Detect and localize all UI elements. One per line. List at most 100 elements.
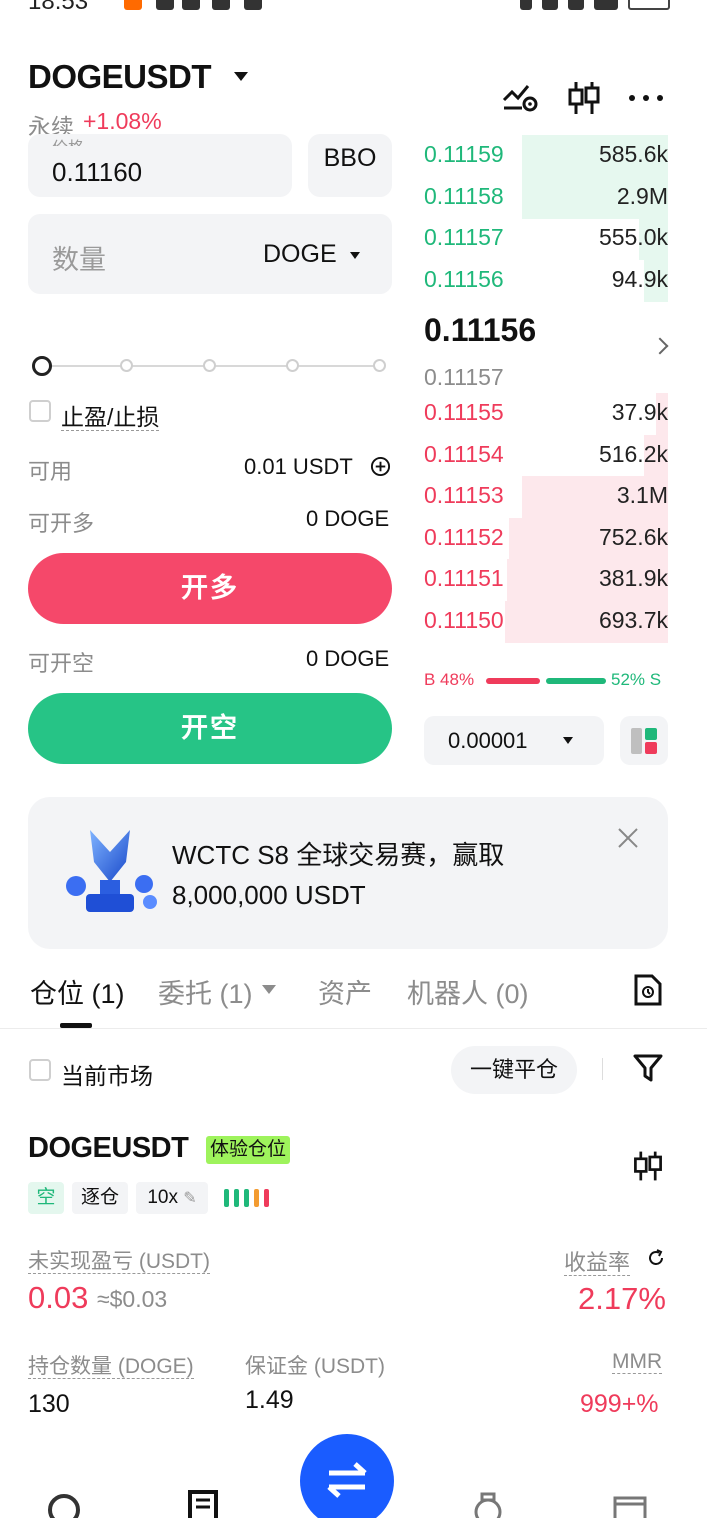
order-quantity: 693.7k [598,607,668,633]
quantity-placeholder[interactable]: 数量 [52,238,106,277]
order-book-row[interactable]: 0.11158 2.9M [424,176,668,219]
tpsl-label[interactable]: 止盈/止损 [61,404,160,431]
order-book-row[interactable]: 0.11155 37.9k [424,393,668,435]
slider-step[interactable] [120,359,133,372]
slider-handle[interactable] [32,356,52,376]
order-quantity: 94.9k [611,265,668,292]
open-short-button[interactable]: 开空 [28,693,392,764]
price-change: +1.08% [83,108,162,134]
order-book-row[interactable]: 0.11153 3.1M [424,476,668,519]
order-quantity: 2.9M [616,182,668,209]
candlestick-icon[interactable] [564,78,604,118]
risk-bar [254,1189,259,1207]
available-value: 0.01 USDT [244,454,353,479]
risk-bar [244,1189,249,1207]
risk-bar [264,1189,269,1207]
upnl-usd: ≈$0.03 [97,1286,168,1312]
order-book-row[interactable]: 0.11159 585.6k [424,135,668,177]
order-book-row[interactable]: 0.11154 516.2k [424,434,668,477]
order-price: 0.11156 [424,265,504,292]
layout-icon [631,728,657,754]
more-icon[interactable] [626,78,666,118]
order-book-row[interactable]: 0.11157 555.0k [424,218,668,261]
app-icon [212,0,230,10]
leverage-value: 10x [147,1187,178,1208]
notification-icon [124,0,142,10]
open-long-button[interactable]: 开多 [28,553,392,624]
order-book-row[interactable]: 0.11151 381.9k [424,559,668,602]
order-book-row[interactable]: 0.11156 94.9k [424,259,668,302]
alarm-icon [568,0,584,10]
order-price: 0.11152 [424,523,504,550]
tab-orders[interactable]: 委托 (1) [158,972,253,1011]
candlestick-icon[interactable] [630,1148,666,1184]
tab-bots[interactable]: 机器人 (0) [407,972,529,1011]
tick-size-value[interactable]: 0.00001 [448,728,528,754]
orderbook-layout-button[interactable] [620,716,668,765]
current-market-checkbox[interactable] [29,1059,51,1081]
current-market-label[interactable]: 当前市场 [61,1057,153,1091]
order-price: 0.11158 [424,182,504,209]
margin-mode-badge: 逐仓 [72,1182,128,1214]
close-all-button[interactable]: 一键平仓 [451,1046,577,1094]
pair-title[interactable]: DOGEUSDT [28,58,212,96]
earn-icon[interactable] [470,1490,506,1518]
order-quantity: 3.1M [616,482,668,509]
refresh-icon[interactable] [646,1248,666,1268]
quantity-unit-select[interactable]: DOGE [263,240,337,269]
mute-icon [542,0,558,10]
roe-value: 2.17% [578,1281,666,1316]
order-price: 0.11150 [424,607,504,633]
slider-step[interactable] [373,359,386,372]
trade-icon[interactable] [186,1490,222,1518]
mark-price: 0.11157 [424,364,504,390]
tab-positions[interactable]: 仓位 (1) [30,972,125,1011]
tpsl-checkbox[interactable] [29,400,51,422]
slider-step[interactable] [286,359,299,372]
order-quantity: 381.9k [598,565,668,592]
bbo-button[interactable]: BBO [308,134,392,197]
home-icon[interactable] [46,1490,82,1518]
last-price[interactable]: 0.11156 [424,312,536,349]
upnl-label[interactable]: 未实现盈亏 (USDT) [28,1250,210,1274]
max-long-value: 0 DOGE [306,506,390,531]
slider-step[interactable] [203,359,216,372]
chevron-down-icon[interactable] [563,737,573,744]
banner-title: WCTC S8 全球交易赛，赢取 [172,840,505,870]
max-short-label: 可开空 [28,651,95,676]
wifi-icon [594,0,618,10]
order-book-row[interactable]: 0.11152 752.6k [424,517,668,560]
order-price: 0.11151 [424,565,504,592]
size-label[interactable]: 持仓数量 (DOGE) [28,1355,194,1379]
side-badge: 空 [28,1182,64,1214]
filter-icon[interactable] [632,1052,664,1084]
assets-icon[interactable] [612,1490,648,1518]
order-book-row[interactable]: 0.11150 693.7k [424,601,668,643]
history-icon[interactable] [632,972,664,1008]
mmr-label[interactable]: MMR [612,1350,663,1374]
banner-prize: 8,000,000 USDT [172,880,366,910]
chevron-down-icon[interactable] [350,252,360,259]
app-icon [182,0,200,10]
swap-icon [327,1462,367,1498]
roe-label[interactable]: 收益率 [564,1250,631,1276]
chevron-down-icon[interactable] [234,72,248,81]
chevron-down-icon[interactable] [262,985,276,994]
divider [602,1058,603,1080]
swap-button[interactable] [300,1434,394,1518]
position-symbol[interactable]: DOGEUSDT [28,1132,189,1165]
upnl-value: 0.03 [28,1280,89,1315]
close-icon[interactable] [616,826,640,850]
order-price: 0.11159 [424,141,504,167]
chevron-right-icon[interactable] [651,337,669,355]
add-circle-icon[interactable] [370,456,391,477]
price-label: 价格 [52,134,84,146]
app-icon [156,0,174,10]
price-value[interactable]: 0.11160 [52,157,142,188]
battery-icon [628,0,670,10]
tab-assets[interactable]: 资产 [318,972,372,1011]
max-short-value: 0 DOGE [306,646,390,671]
chart-line-icon[interactable] [500,78,540,118]
leverage-badge[interactable]: 10x ✎ [136,1182,208,1214]
edit-icon: ✎ [183,1190,197,1207]
